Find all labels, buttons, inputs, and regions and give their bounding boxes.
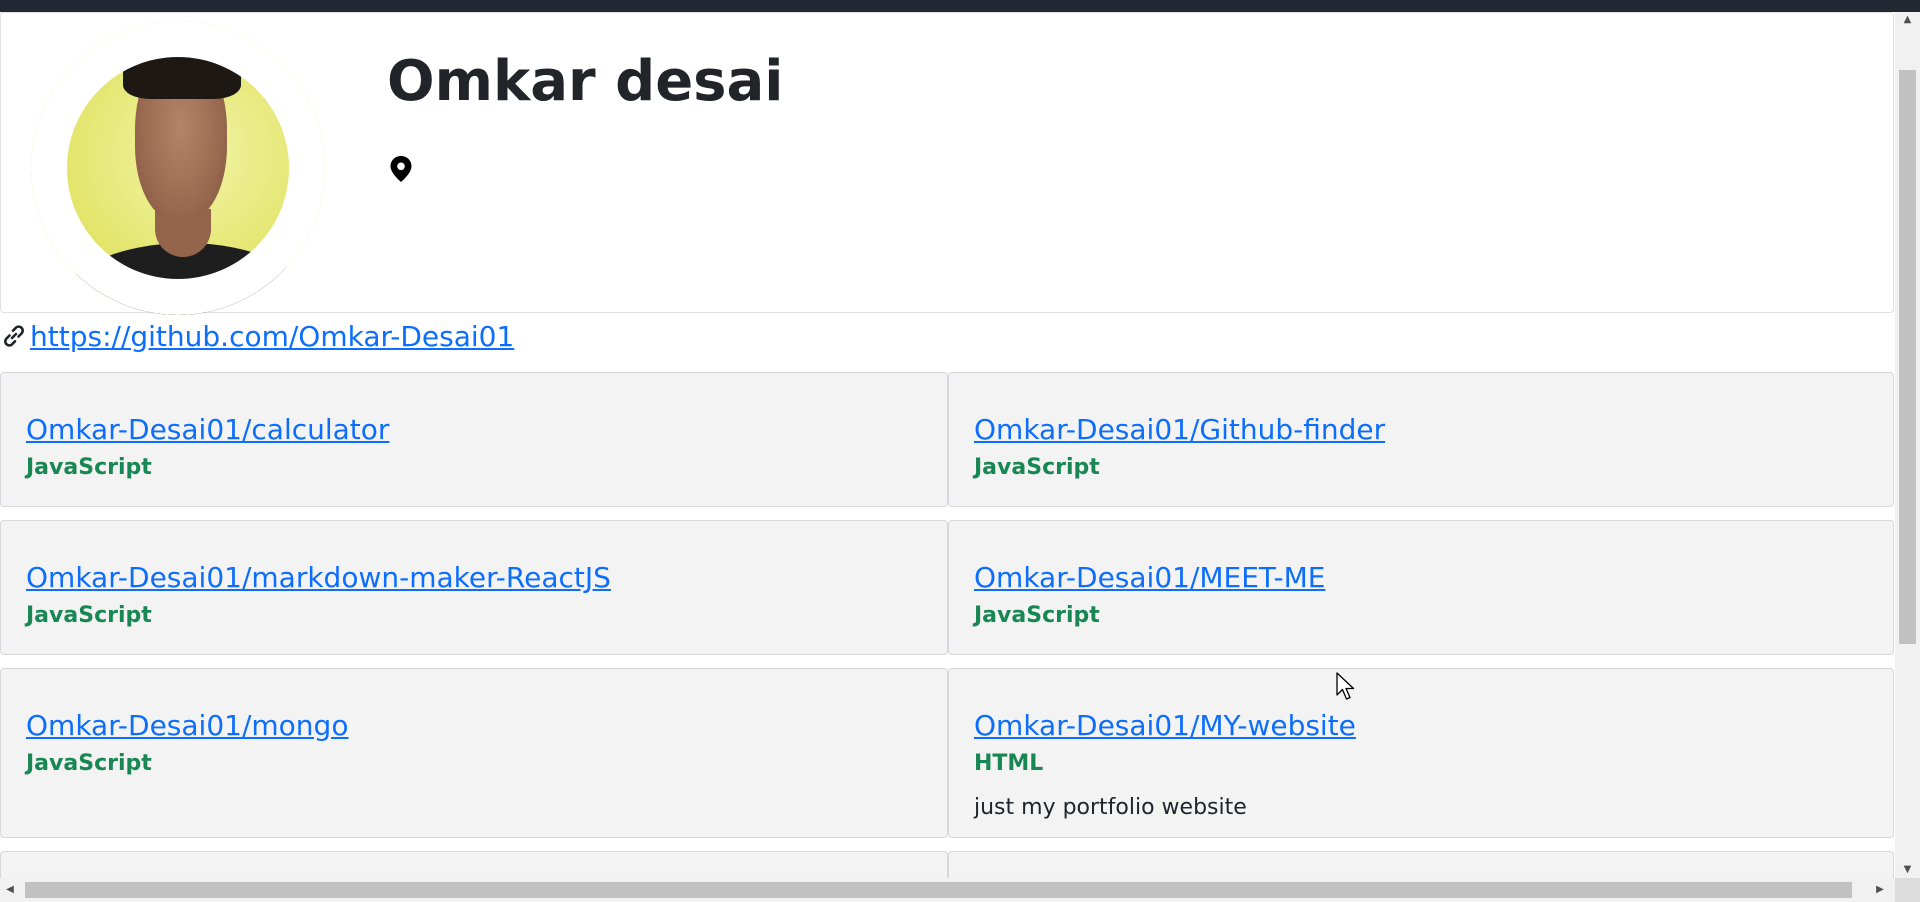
- repo-card: Omkar-Desai01/MEET-ME JavaScript: [948, 520, 1894, 655]
- repo-card: Omkar-Desai01/mongo JavaScript: [0, 668, 948, 838]
- repo-name-link[interactable]: Omkar-Desai01/MY-website: [974, 709, 1356, 742]
- scroll-right-arrow-icon[interactable]: ▶: [1870, 878, 1890, 902]
- avatar: [31, 21, 325, 315]
- repo-name-link[interactable]: Omkar-Desai01/Github-finder: [974, 413, 1385, 446]
- repo-name-link[interactable]: Omkar-Desai01/mongo: [26, 709, 348, 742]
- repo-description: just my portfolio website: [974, 795, 1247, 820]
- scroll-up-arrow-icon[interactable]: ▲: [1895, 12, 1920, 28]
- browser-top-bar: [0, 0, 1920, 12]
- horizontal-scrollbar[interactable]: ◀ ▶: [0, 878, 1920, 902]
- vertical-scrollbar[interactable]: ▲ ▼: [1895, 12, 1920, 878]
- repo-language: JavaScript: [26, 603, 152, 628]
- repo-name-link[interactable]: Omkar-Desai01/calculator: [26, 413, 389, 446]
- horizontal-scrollbar-thumb[interactable]: [25, 882, 1852, 898]
- profile-name: Omkar desai: [387, 49, 784, 114]
- github-profile-link[interactable]: https://github.com/Omkar-Desai01: [30, 320, 514, 353]
- repo-language: JavaScript: [974, 603, 1100, 628]
- repo-card: Omkar-Desai01/markdown-maker-ReactJS Jav…: [0, 520, 948, 655]
- repo-card: [0, 851, 948, 878]
- location-pin-icon: [390, 156, 412, 182]
- avatar-mask: [31, 21, 325, 315]
- repo-card: Omkar-Desai01/Github-finder JavaScript: [948, 372, 1894, 507]
- link-icon: [4, 325, 24, 347]
- repo-name-link[interactable]: Omkar-Desai01/MEET-ME: [974, 561, 1325, 594]
- vertical-scrollbar-thumb[interactable]: [1899, 70, 1916, 644]
- repo-language: JavaScript: [26, 455, 152, 480]
- repo-language: JavaScript: [26, 751, 152, 776]
- profile-card: Omkar desai: [0, 12, 1894, 315]
- scroll-left-arrow-icon[interactable]: ◀: [0, 878, 20, 902]
- scrollbar-corner: [1895, 878, 1920, 902]
- page-viewport: Omkar desai https://github.com/Omkar-Des…: [0, 12, 1895, 878]
- repo-card: Omkar-Desai01/MY-website HTML just my po…: [948, 668, 1894, 838]
- repo-language: HTML: [974, 751, 1044, 776]
- repo-language: JavaScript: [974, 455, 1100, 480]
- repo-name-link[interactable]: Omkar-Desai01/markdown-maker-ReactJS: [26, 561, 611, 594]
- scroll-down-arrow-icon[interactable]: ▼: [1895, 862, 1920, 878]
- repo-card: Omkar-Desai01/calculator JavaScript: [0, 372, 948, 507]
- profile-link-row: https://github.com/Omkar-Desai01: [0, 316, 514, 356]
- mouse-cursor-icon: [1336, 672, 1355, 700]
- repo-card: [948, 851, 1894, 878]
